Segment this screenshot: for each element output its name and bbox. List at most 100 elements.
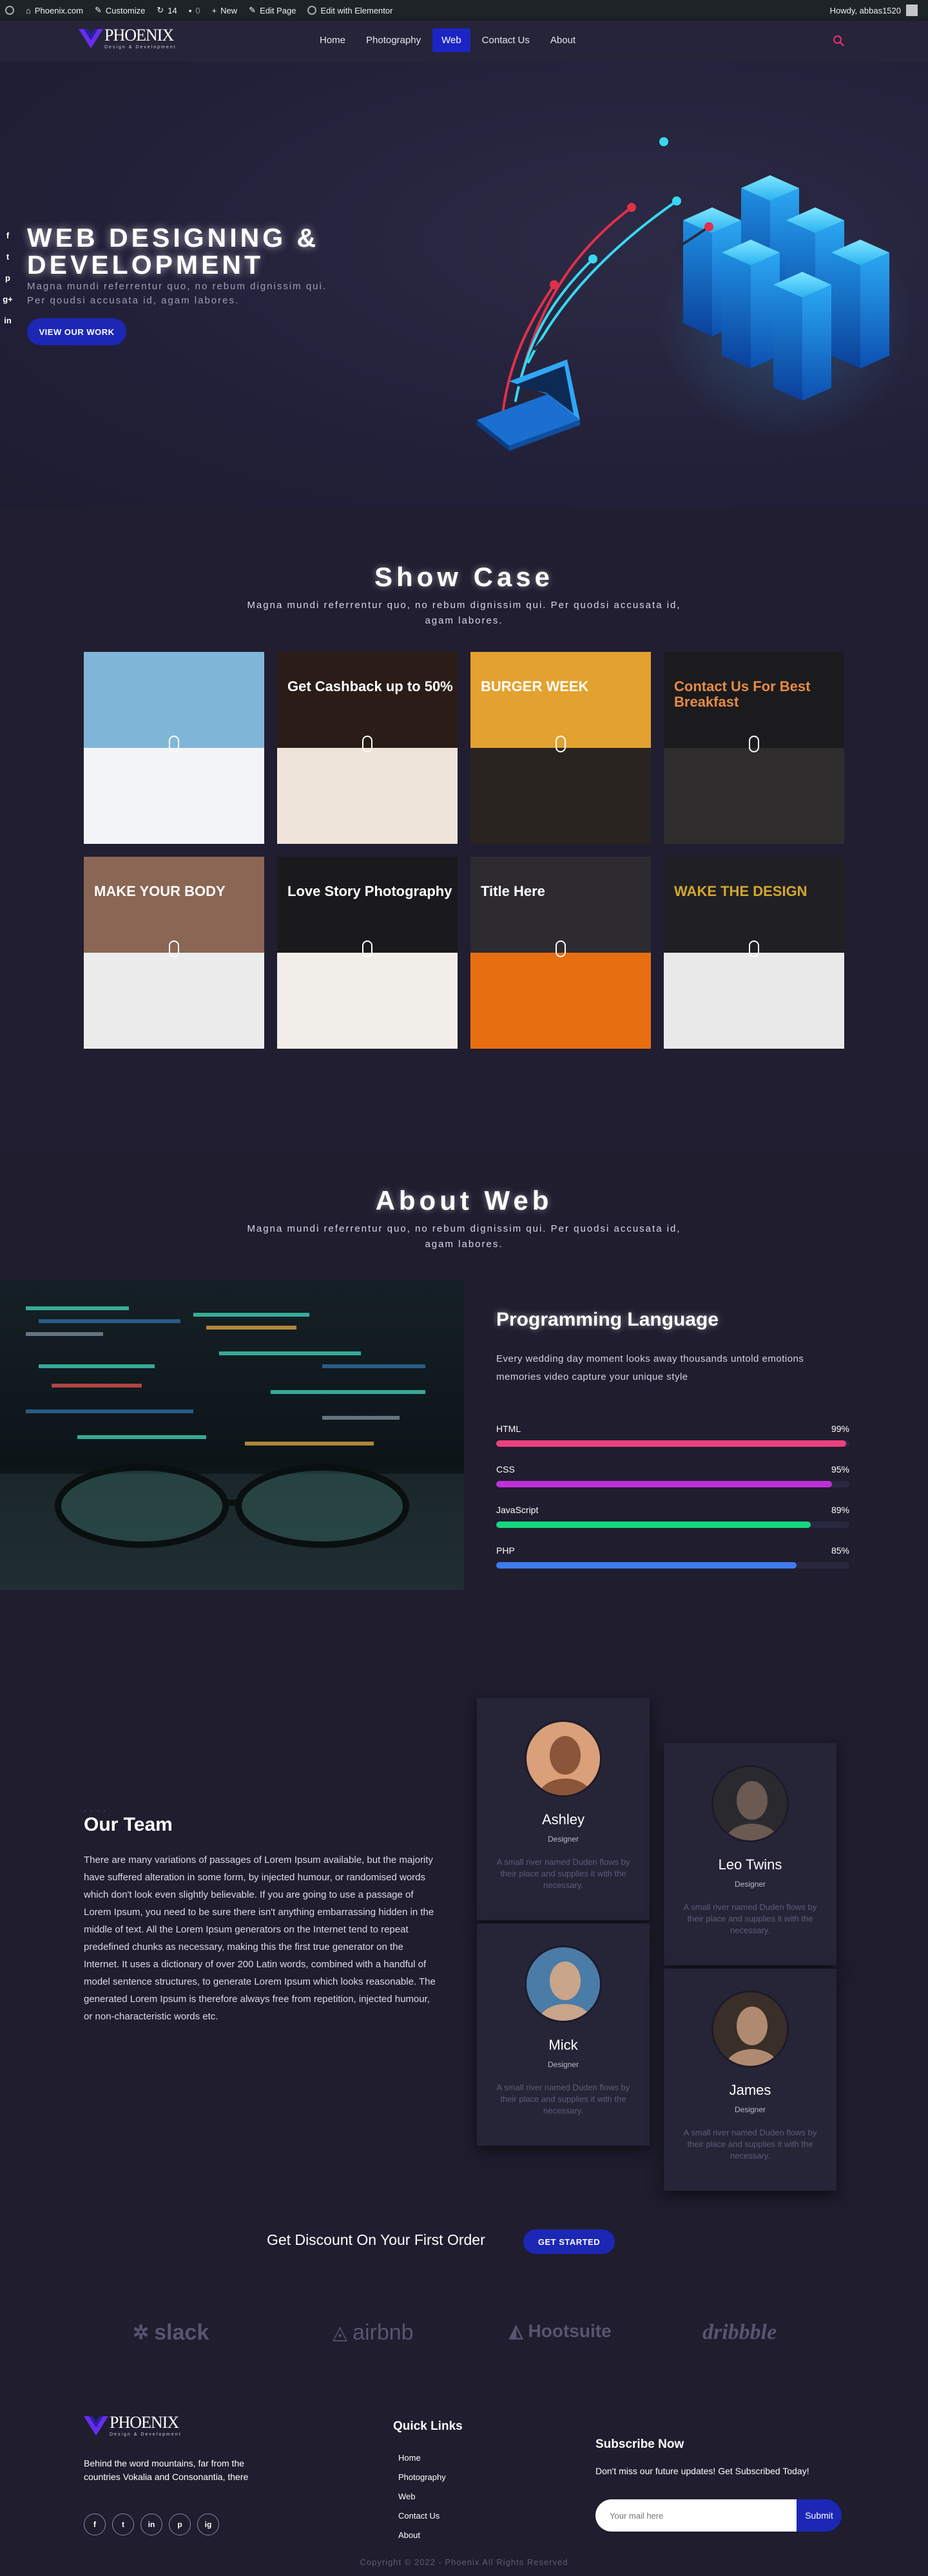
about-title: About Web	[375, 1185, 553, 1216]
member-desc: A small river named Duden flows by their…	[496, 2083, 630, 2115]
submit-button[interactable]: Submit	[797, 2499, 842, 2532]
tile-title: Contact Us For Best Breakfast	[674, 678, 811, 710]
facebook-icon[interactable]: f	[3, 231, 13, 240]
team-card[interactable]: Leo Twins Designer A small river named Dud…	[664, 1743, 836, 1965]
quick-link-home[interactable]: Home	[398, 2453, 446, 2463]
scroll-indicator-icon	[556, 736, 566, 752]
quick-links: Home Photography Web Contact Us About	[398, 2453, 446, 2541]
team-card[interactable]: James Designer A small river named Duden f…	[664, 1969, 836, 2191]
instagram-icon[interactable]: ig	[197, 2514, 219, 2535]
member-name: Mick	[548, 2037, 578, 2053]
nav-web[interactable]: Web	[432, 28, 470, 52]
showcase-grid: Get Cashback up to 50% BURGER WEEK Contact…	[84, 652, 844, 1049]
skill-fill	[496, 1562, 797, 1569]
showcase-tile[interactable]: Get Cashback up to 50%	[277, 652, 458, 844]
wp-logo-menu[interactable]	[5, 6, 14, 15]
tile-preview-top	[84, 652, 264, 748]
subscribe-title: Subscribe Now	[595, 2438, 684, 2451]
twitter-icon[interactable]: t	[112, 2514, 134, 2535]
linkedin-icon[interactable]: in	[3, 316, 13, 325]
scroll-indicator-icon	[169, 940, 179, 957]
tile-preview-bottom	[664, 748, 844, 844]
footer-logo[interactable]: PHOENIX Design & Development	[84, 2414, 182, 2437]
phoenix-logo-icon	[79, 28, 103, 48]
nav-contact-us[interactable]: Contact Us	[473, 28, 539, 52]
showcase-tile[interactable]: Love Story Photography	[277, 857, 458, 1049]
team-description: There are many variations of passages of…	[84, 1855, 436, 2022]
skill-percent: 89%	[831, 1505, 849, 1515]
customize-link[interactable]: ✎ Customize	[95, 5, 145, 15]
quick-link-contact-us[interactable]: Contact Us	[398, 2511, 446, 2521]
site-header: PHOENIX Design & Development Home Photogr…	[0, 21, 928, 62]
skill-fill	[496, 1522, 811, 1528]
site-logo[interactable]: PHOENIX Design & Development	[79, 27, 177, 50]
showcase-tile[interactable]: Title Here	[470, 857, 651, 1049]
tile-preview-top	[277, 652, 458, 748]
programming-language-title: Programming Language	[496, 1309, 719, 1330]
tile-preview-bottom	[277, 748, 458, 844]
avatar	[711, 1765, 789, 1842]
site-name-link[interactable]: ⌂ Phoenix.com	[26, 6, 83, 15]
tile-preview-top	[664, 857, 844, 953]
team-card[interactable]: Mick Designer A small river named Duden fl…	[477, 1923, 650, 2146]
elementor-link[interactable]: Edit with Elementor	[307, 6, 392, 15]
pinterest-icon[interactable]: p	[169, 2514, 191, 2535]
facebook-icon[interactable]: f	[84, 2514, 106, 2535]
showcase-tile[interactable]: MAKE YOUR BODY	[84, 857, 264, 1049]
showcase-title: Show Case	[374, 562, 554, 592]
search-icon[interactable]	[833, 35, 844, 46]
programming-language-desc: Every wedding day moment looks away thou…	[496, 1353, 804, 1382]
plus-icon: +	[211, 5, 217, 15]
phoenix-logo-icon	[84, 2416, 108, 2436]
footer-logo-text: PHOENIX	[110, 2413, 179, 2432]
tile-preview-bottom	[84, 748, 264, 844]
tile-title: BURGER WEEK	[481, 678, 589, 694]
get-started-button[interactable]: GET STARTED	[523, 2229, 615, 2254]
quick-links-title: Quick Links	[393, 2419, 463, 2433]
nav-photography[interactable]: Photography	[357, 28, 430, 52]
skill-track	[496, 1481, 849, 1487]
logo-tagline: Design & Development	[104, 45, 177, 50]
edit-page-link[interactable]: ✎ Edit Page	[249, 5, 296, 15]
team-card[interactable]: Ashley Designer A small river named Duden …	[477, 1698, 650, 1920]
quick-link-photography[interactable]: Photography	[398, 2472, 446, 2483]
wordpress-icon	[5, 6, 14, 15]
about-subtitle: Magna mundi referrentur quo, no rebum di…	[247, 1223, 681, 1250]
skill-track	[496, 1562, 849, 1569]
email-input[interactable]	[595, 2499, 797, 2532]
view-our-work-button[interactable]: VIEW OUR WORK	[27, 318, 126, 345]
tile-preview-bottom	[84, 953, 264, 1049]
showcase-subtitle: Magna mundi referrentur quo, no rebum di…	[247, 600, 681, 626]
showcase-tile[interactable]: WAKE THE DESIGN	[664, 857, 844, 1049]
pinterest-icon[interactable]: p	[3, 273, 13, 283]
scroll-indicator-icon	[362, 736, 372, 752]
hero-title: WEB DESIGNING & DEVELOPMENT	[27, 223, 320, 280]
discount-text: Get Discount On Your First Order	[267, 2231, 485, 2248]
hero-section: f t p g+ in WEB DESIGNING & DEVELOPMENT Magna…	[0, 62, 928, 509]
side-social-links: f t p g+ in	[3, 231, 13, 325]
quick-link-about[interactable]: About	[398, 2530, 446, 2541]
hero-subtitle: Magna mundi referrentur quo, no rebum di…	[27, 281, 327, 306]
showcase-tile[interactable]: Contact Us For Best Breakfast	[664, 652, 844, 844]
quick-link-web[interactable]: Web	[398, 2492, 446, 2502]
updates-icon: ↻	[157, 5, 164, 15]
tile-preview-bottom	[664, 953, 844, 1049]
wp-admin-bar: ⌂ Phoenix.com ✎ Customize ↻ 14 ▪ 0 + New ✎ Edi…	[0, 0, 928, 21]
comments-link[interactable]: ▪ 0	[189, 6, 200, 15]
new-content-link[interactable]: + New	[212, 6, 238, 15]
tile-title: Love Story Photography	[287, 883, 452, 899]
google-plus-icon[interactable]: g+	[3, 294, 13, 304]
nav-about[interactable]: About	[541, 28, 585, 52]
skill-track	[496, 1440, 849, 1447]
team-title: Our Team	[84, 1814, 173, 1835]
showcase-tile[interactable]	[84, 652, 264, 844]
avatar	[525, 1720, 602, 1797]
skill-javascript: JavaScript 89%	[496, 1505, 849, 1528]
linkedin-icon[interactable]: in	[140, 2514, 162, 2535]
scroll-indicator-icon	[749, 736, 759, 752]
twitter-icon[interactable]: t	[3, 252, 13, 262]
nav-home[interactable]: Home	[311, 28, 354, 52]
updates-link[interactable]: ↻ 14	[157, 5, 177, 15]
my-account-menu[interactable]: Howdy, abbas1520	[830, 5, 918, 16]
showcase-tile[interactable]: BURGER WEEK	[470, 652, 651, 844]
